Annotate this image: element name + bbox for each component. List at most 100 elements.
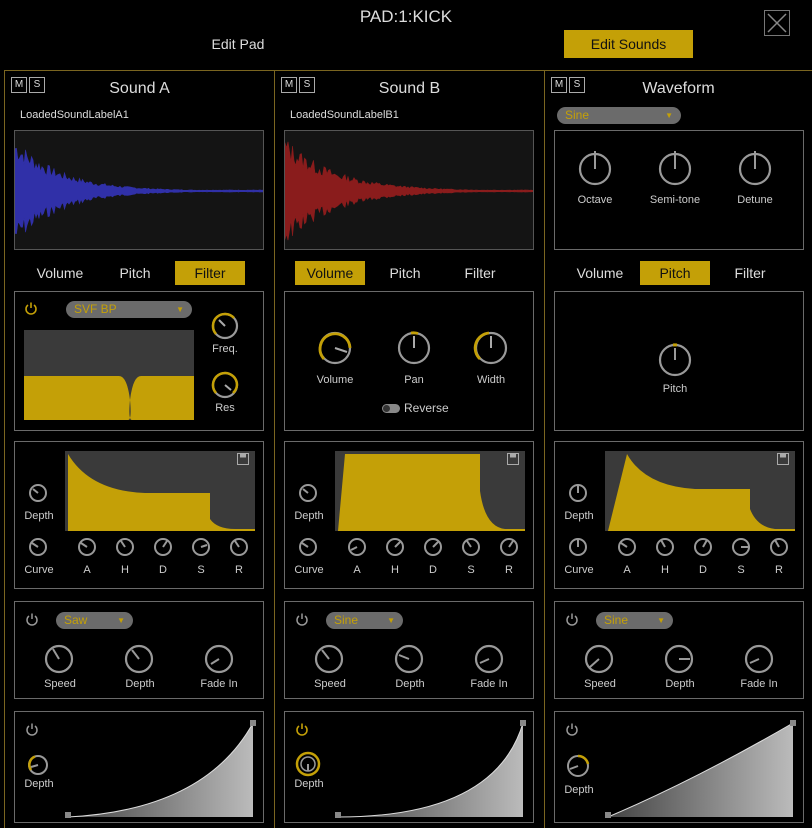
waveform-graph (15, 147, 263, 235)
curve-label: Curve (294, 564, 324, 576)
curve-knob[interactable] (293, 536, 323, 561)
env-depth-knob[interactable] (293, 482, 323, 507)
waveform-dropdown[interactable]: Sine ▼ (557, 107, 681, 124)
curve-label: Curve (564, 564, 594, 576)
fade-in-label: Fade In (470, 678, 508, 690)
curve-knob[interactable] (563, 536, 593, 561)
waveform-column: M S Waveform Sine ▼ Octave Semi-tone Detu… (544, 70, 812, 828)
env-depth-knob[interactable] (23, 482, 53, 507)
fade-in-knob[interactable] (200, 642, 238, 679)
tab-volume[interactable]: Volume (25, 261, 95, 285)
pitch-label: Pitch (662, 383, 688, 395)
column-title: Sound B (378, 80, 441, 97)
tab-filter[interactable]: Filter (715, 261, 785, 285)
lfo-depth-knob[interactable] (390, 642, 428, 679)
volume-knob[interactable] (315, 328, 355, 371)
save-icon[interactable] (507, 453, 519, 465)
hold-knob[interactable] (650, 536, 680, 561)
sustain-knob[interactable] (456, 536, 486, 561)
decay-knob[interactable] (148, 536, 178, 561)
tab-volume[interactable]: Volume (295, 261, 365, 285)
env-depth-knob[interactable] (563, 482, 593, 507)
lfo-speed-label: Speed (584, 678, 616, 690)
lfo-speed-knob[interactable] (310, 642, 348, 679)
lfo-speed-label: Speed (314, 678, 346, 690)
filter-response-graph (24, 330, 194, 420)
tab-filter[interactable]: Filter (445, 261, 515, 285)
lfo-depth-knob[interactable] (660, 642, 698, 679)
tab-volume[interactable]: Volume (565, 261, 635, 285)
sustain-knob[interactable] (726, 536, 756, 561)
save-icon[interactable] (237, 453, 249, 465)
sustain-knob[interactable] (186, 536, 216, 561)
oscillator-panel: Octave Semi-tone Detune (554, 130, 804, 250)
tab-pitch[interactable]: Pitch (370, 261, 440, 285)
pitch-knob[interactable] (655, 340, 695, 383)
vel-depth-knob[interactable] (23, 752, 53, 781)
semitone-knob[interactable] (655, 149, 695, 192)
octave-label: Octave (577, 194, 613, 206)
decay-label: D (159, 564, 167, 576)
release-label: R (235, 564, 243, 576)
vel-depth-label: Depth (24, 778, 54, 790)
power-icon[interactable] (25, 722, 39, 736)
octave-knob[interactable] (575, 149, 615, 192)
hold-knob[interactable] (380, 536, 410, 561)
power-icon[interactable] (565, 612, 579, 626)
hold-knob[interactable] (110, 536, 140, 561)
attack-knob[interactable] (612, 536, 642, 561)
lfo-depth-knob[interactable] (120, 642, 158, 679)
vel-depth-knob[interactable] (293, 750, 323, 781)
freq-knob[interactable]: Freq. (205, 310, 245, 355)
power-icon[interactable] (25, 612, 39, 626)
attack-knob[interactable] (342, 536, 372, 561)
lfo-speed-knob[interactable] (40, 642, 78, 679)
detune-knob[interactable] (735, 149, 775, 192)
release-label: R (505, 564, 513, 576)
fade-in-knob[interactable] (740, 642, 778, 679)
sustain-label: S (197, 564, 205, 576)
vel-depth-label: Depth (294, 778, 324, 790)
tab-filter[interactable]: Filter (175, 261, 245, 285)
power-icon[interactable] (565, 722, 579, 736)
decay-knob[interactable] (688, 536, 718, 561)
lfo-shape-dropdown[interactable]: Saw ▼ (56, 612, 133, 629)
power-icon[interactable] (295, 612, 309, 626)
tab-pitch[interactable]: Pitch (640, 261, 710, 285)
reverse-toggle[interactable] (382, 404, 400, 413)
sound-b-column: M S Sound B LoadedSoundLabelB1 Volume Pi… (274, 70, 544, 828)
res-knob[interactable]: Res (205, 369, 245, 414)
filter-type-dropdown[interactable]: SVF BP ▼ (66, 301, 192, 318)
header: PAD:1:KICK Edit Pad Edit Sounds (0, 0, 812, 70)
chevron-down-icon: ▼ (117, 616, 125, 625)
release-knob[interactable] (224, 536, 254, 561)
detune-label: Detune (737, 194, 773, 206)
curve-knob[interactable] (23, 536, 53, 561)
attack-label: A (623, 564, 631, 576)
lfo-speed-knob[interactable] (580, 642, 618, 679)
edit-sounds-button[interactable]: Edit Sounds (564, 30, 693, 58)
vel-depth-knob[interactable] (563, 752, 593, 783)
decay-knob[interactable] (418, 536, 448, 561)
power-icon[interactable] (24, 301, 38, 315)
save-icon[interactable] (777, 453, 789, 465)
width-knob[interactable] (471, 328, 511, 371)
close-button[interactable] (764, 10, 790, 36)
lfo-shape-dropdown[interactable]: Sine ▼ (326, 612, 403, 629)
release-knob[interactable] (764, 536, 794, 561)
power-icon[interactable] (295, 722, 309, 736)
width-label: Width (476, 374, 506, 386)
envelope-graph (605, 451, 795, 531)
reverse-label: Reverse (404, 401, 449, 415)
sustain-label: S (467, 564, 475, 576)
attack-knob[interactable] (72, 536, 102, 561)
lfo-panel: Sine ▼ Speed Depth Fade In (554, 601, 804, 699)
edit-pad-button[interactable]: Edit Pad (188, 36, 288, 52)
pan-knob[interactable] (394, 328, 434, 371)
tab-pitch[interactable]: Pitch (100, 261, 170, 285)
env-depth-label: Depth (564, 510, 594, 522)
fade-in-knob[interactable] (470, 642, 508, 679)
lfo-shape-dropdown[interactable]: Sine ▼ (596, 612, 673, 629)
release-knob[interactable] (494, 536, 524, 561)
pan-label: Pan (404, 374, 424, 386)
